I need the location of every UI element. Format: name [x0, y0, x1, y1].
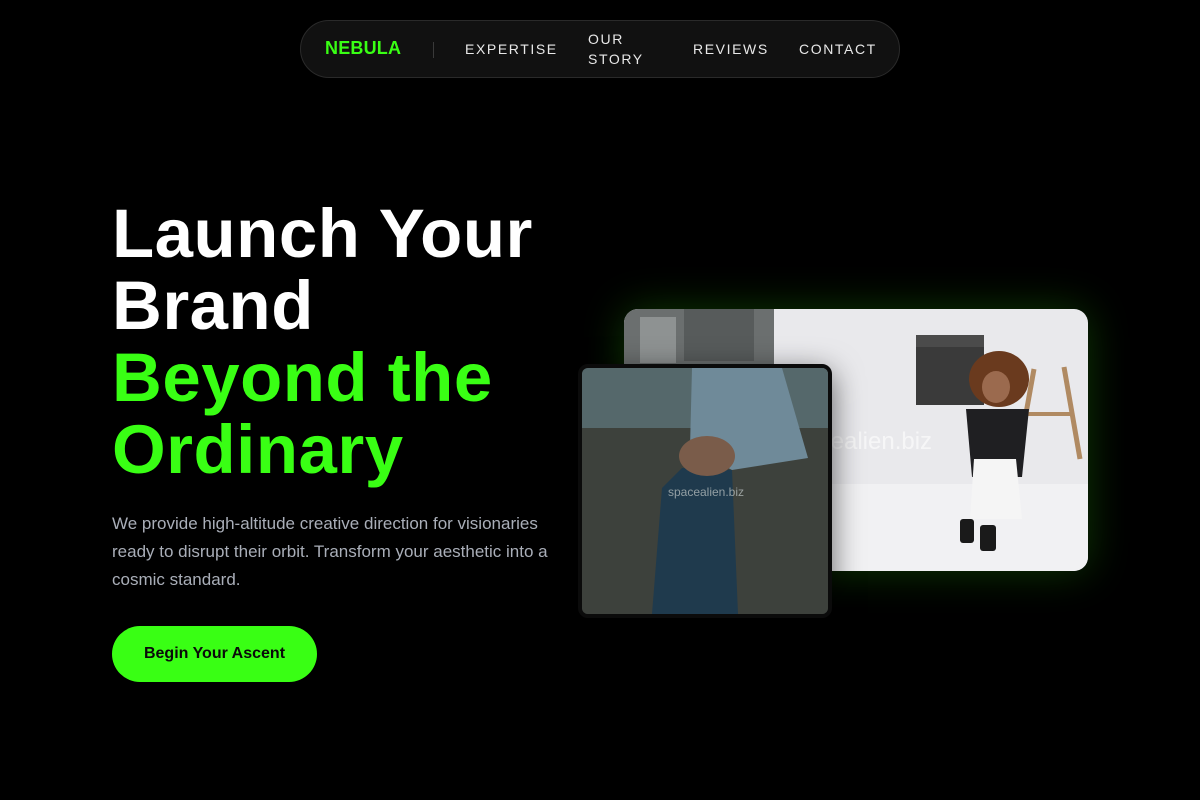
- denim-photo: spacealien.biz: [578, 364, 832, 618]
- hero-title: Launch Your Brand Beyond the Ordinary: [112, 198, 592, 486]
- nav-divider: [433, 42, 434, 58]
- begin-ascent-button[interactable]: Begin Your Ascent: [112, 626, 317, 682]
- denim-photo-watermark: spacealien.biz: [668, 485, 744, 499]
- hero-title-line-2: Brand: [112, 267, 314, 344]
- hero-title-line-3: Beyond the: [112, 339, 493, 416]
- hero-title-line-4: Ordinary: [112, 411, 404, 488]
- hero-description: We provide high-altitude creative direct…: [112, 514, 548, 589]
- top-navigation: NEBULA EXPERTISE OUR STORY REVIEWS CONTA…: [300, 20, 900, 78]
- nav-link-our-story[interactable]: OUR STORY: [588, 29, 652, 69]
- brand-logo[interactable]: NEBULA: [325, 38, 401, 59]
- nav-link-expertise[interactable]: EXPERTISE: [465, 39, 558, 59]
- hero-title-line-1: Launch Your: [112, 195, 533, 272]
- nav-link-reviews[interactable]: REVIEWS: [693, 39, 769, 59]
- nav-link-contact[interactable]: CONTACT: [799, 39, 877, 59]
- denim-photo-illustration: spacealien.biz: [582, 368, 828, 614]
